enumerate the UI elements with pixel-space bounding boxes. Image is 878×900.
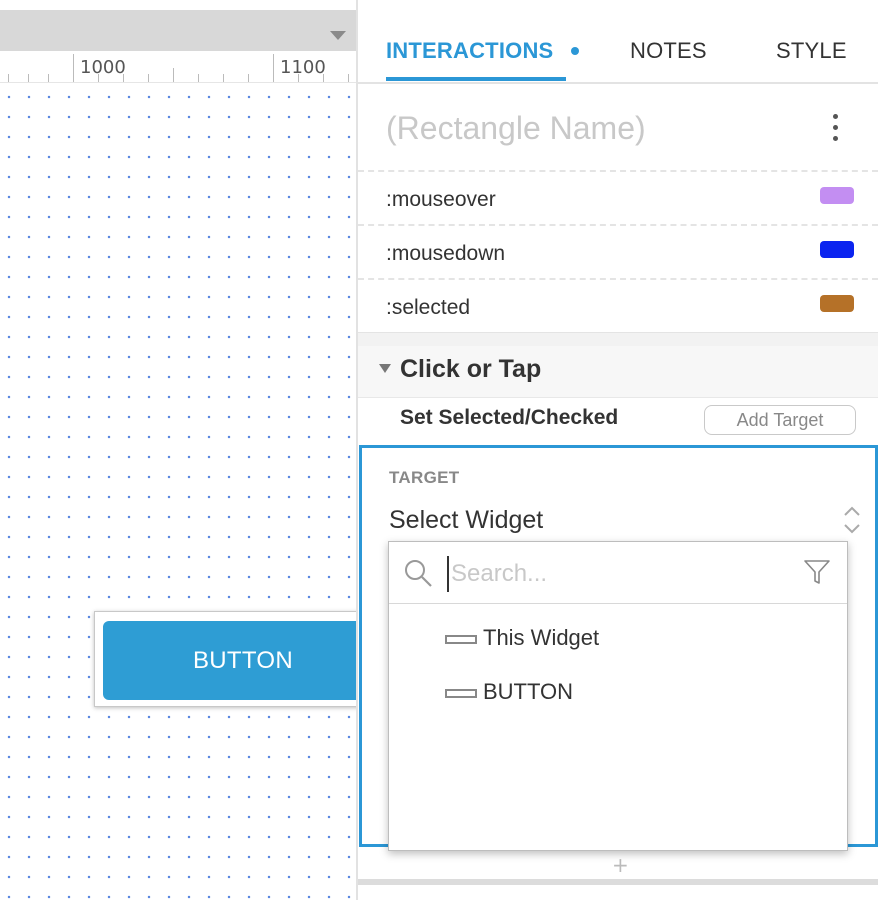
- list-item-label: This Widget: [483, 625, 600, 650]
- list-item-label: BUTTON: [483, 679, 574, 704]
- horizontal-ruler: 1000 1100: [0, 51, 357, 83]
- list-item-this-widget[interactable]: This Widget: [389, 614, 847, 664]
- add-case-plus-icon[interactable]: +: [612, 853, 629, 877]
- widget-name-field[interactable]: (Rectangle Name): [386, 110, 646, 147]
- state-row-mouseover[interactable]: :mouseover: [358, 172, 878, 226]
- panel-bottom-bar: [358, 879, 878, 885]
- tab-notes[interactable]: NOTES: [630, 38, 707, 64]
- tab-style[interactable]: STYLE: [776, 38, 847, 64]
- widget-name-row: (Rectangle Name): [358, 84, 878, 172]
- canvas-toolbar: [0, 10, 357, 51]
- inspector-tabs: INTERACTIONS NOTES STYLE: [358, 0, 878, 84]
- select-updown-icon[interactable]: [843, 504, 861, 536]
- target-select[interactable]: Select Widget: [389, 506, 543, 535]
- design-canvas[interactable]: 1000 1100 BUTTON: [0, 0, 357, 900]
- search-icon: [405, 560, 432, 587]
- rectangle-widget-icon: [445, 635, 477, 644]
- tab-interactions[interactable]: INTERACTIONS: [386, 38, 553, 64]
- action-row: Set Selected/Checked Add Target: [358, 398, 878, 444]
- state-label: :mouseover: [386, 188, 496, 211]
- filter-icon[interactable]: [803, 558, 831, 586]
- action-label[interactable]: Set Selected/Checked: [400, 406, 618, 430]
- event-label: Click or Tap: [400, 355, 542, 383]
- event-header-click-or-tap[interactable]: Click or Tap: [358, 346, 878, 398]
- state-label: :selected: [386, 296, 471, 319]
- mouseover-color-swatch[interactable]: [820, 187, 854, 204]
- selected-widget-frame[interactable]: BUTTON: [94, 611, 357, 707]
- ruler-label-1100: 1100: [280, 57, 326, 78]
- section-separator: [358, 332, 878, 346]
- add-target-button[interactable]: Add Target: [704, 405, 856, 435]
- state-row-mousedown[interactable]: :mousedown: [358, 226, 878, 280]
- selected-color-swatch[interactable]: [820, 295, 854, 312]
- collapse-caret-icon[interactable]: [379, 364, 391, 373]
- rectangle-widget-icon: [445, 689, 477, 698]
- target-caption: TARGET: [389, 468, 460, 487]
- mousedown-color-swatch[interactable]: [820, 241, 854, 258]
- widget-search-input[interactable]: [451, 556, 791, 592]
- widget-picker-dropdown: This Widget BUTTON: [388, 541, 848, 851]
- list-item-button[interactable]: BUTTON: [389, 668, 847, 718]
- text-cursor: [447, 556, 449, 592]
- caret-down-icon[interactable]: [330, 31, 346, 40]
- more-options-icon[interactable]: [830, 114, 842, 142]
- canvas-button-widget[interactable]: BUTTON: [103, 621, 357, 700]
- ruler-label-1000: 1000: [80, 57, 126, 78]
- active-tab-indicator: [386, 77, 566, 81]
- canvas-grid: [0, 83, 357, 900]
- dropdown-search-bar: [389, 542, 847, 604]
- unsaved-dot-icon: [571, 47, 579, 55]
- state-row-selected[interactable]: :selected: [358, 280, 878, 334]
- state-label: :mousedown: [386, 242, 506, 265]
